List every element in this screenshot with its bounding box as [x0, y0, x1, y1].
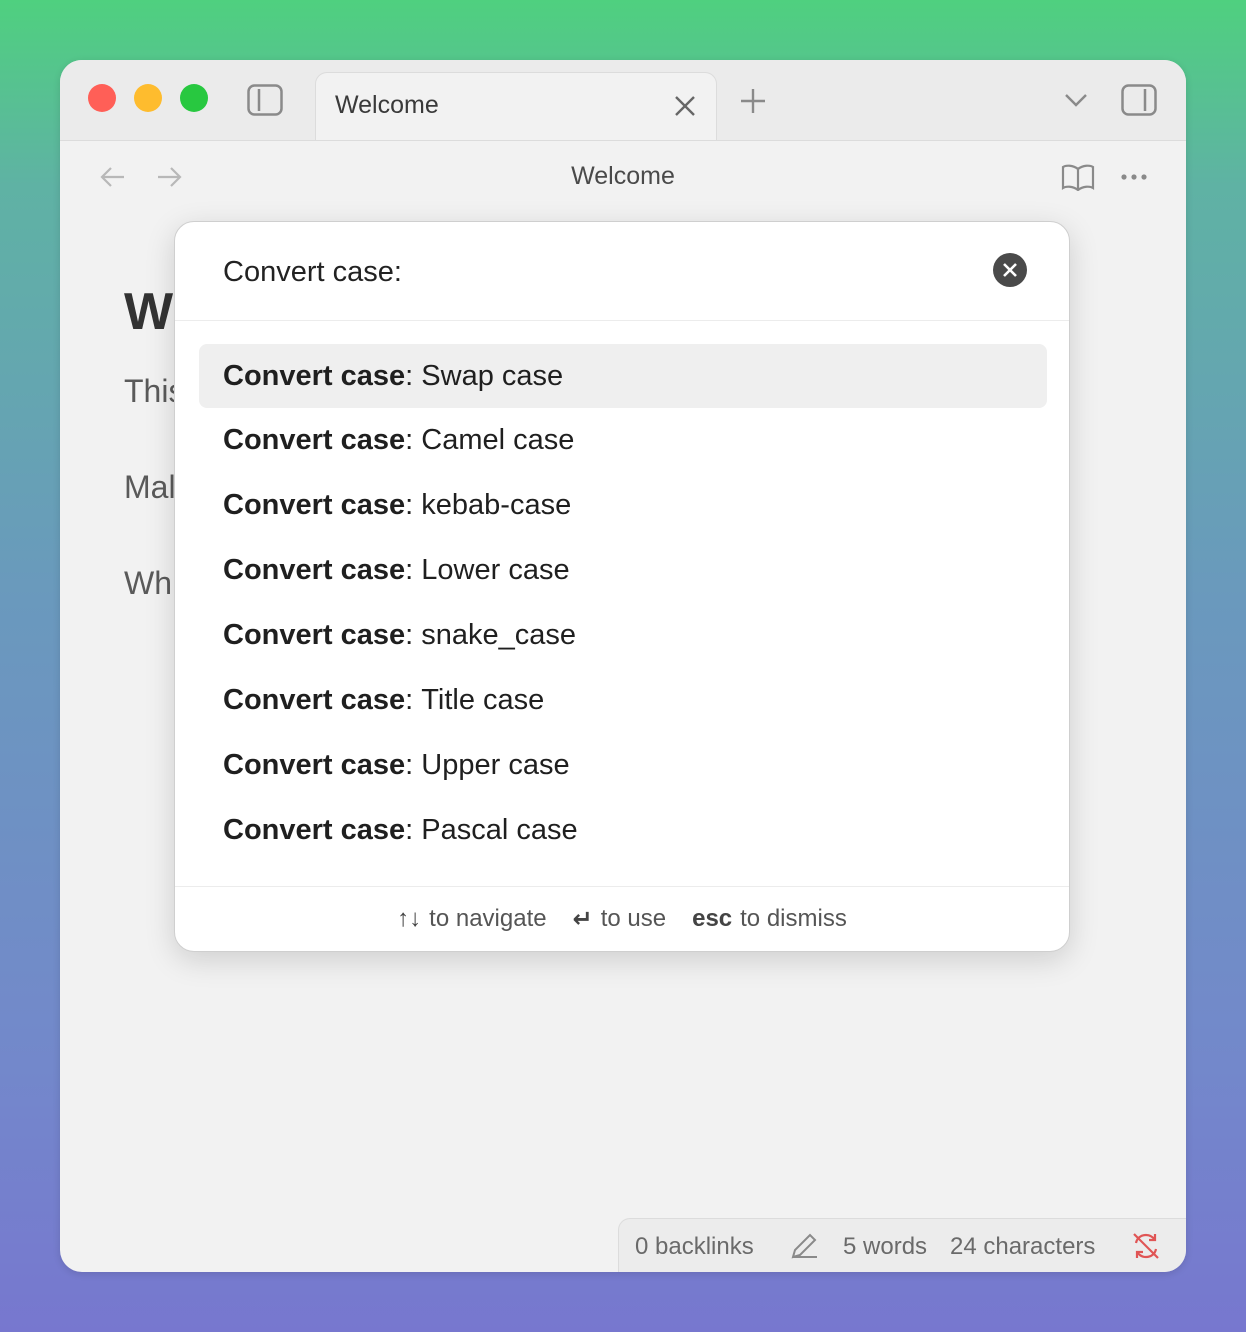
- app-window: Welcome Welcome W This Mal Wh Convert ca…: [60, 60, 1186, 1272]
- prompt-input-container[interactable]: Convert case:: [175, 222, 1069, 321]
- suggestion-item[interactable]: Convert case: Swap case: [199, 344, 1047, 408]
- doc-heading: W: [124, 283, 174, 341]
- suggestion-item[interactable]: Convert case: snake_case: [199, 603, 1047, 668]
- enter-key-icon: ↵: [572, 905, 593, 933]
- sidebar-right-icon[interactable]: [1120, 82, 1158, 118]
- suggestion-item[interactable]: Convert case: Title case: [199, 668, 1047, 733]
- suggestion-item[interactable]: Convert case: kebab-case: [199, 473, 1047, 538]
- word-count: 5 words: [843, 1233, 928, 1260]
- tab-bar: Welcome: [60, 60, 1186, 141]
- instructions-footer: ↑↓ to navigate ↵ to use esc to dismiss: [175, 886, 1069, 951]
- minimize-window-button[interactable]: [134, 84, 162, 112]
- doc-paragraph: Mal: [124, 469, 176, 505]
- zoom-window-button[interactable]: [180, 84, 208, 112]
- suggestion-list: Convert case: Swap case Convert case: Ca…: [199, 344, 1047, 863]
- close-icon[interactable]: [672, 93, 698, 119]
- use-hint: ↵ to use: [572, 905, 667, 933]
- backlinks-count[interactable]: 0 backlinks: [635, 1233, 754, 1261]
- navigate-hint: ↑↓ to navigate: [397, 905, 547, 932]
- arrows-up-down-icon: ↑↓: [397, 905, 422, 932]
- edit-pencil-icon[interactable]: [787, 1229, 821, 1263]
- suggestion-item[interactable]: Convert case: Lower case: [199, 538, 1047, 603]
- prompt-input[interactable]: Convert case:: [223, 256, 402, 289]
- book-icon[interactable]: [1060, 161, 1096, 193]
- convert-case-modal: Convert case: Convert case: Swap case Co…: [174, 221, 1070, 952]
- view-header: Welcome: [60, 141, 1186, 211]
- suggestion-item[interactable]: Convert case: Pascal case: [199, 798, 1047, 863]
- suggestion-item[interactable]: Convert case: Upper case: [199, 733, 1047, 798]
- more-icon[interactable]: [1118, 165, 1150, 189]
- chevron-down-icon[interactable]: [1062, 88, 1090, 112]
- character-count: 24 characters: [950, 1233, 1096, 1260]
- sync-error-icon[interactable]: [1129, 1229, 1163, 1263]
- plus-icon[interactable]: [738, 86, 768, 116]
- doc-paragraph: Wh: [124, 565, 172, 601]
- status-bar: 0 backlinks 5 words 24 characters: [618, 1218, 1186, 1272]
- sidebar-left-icon[interactable]: [246, 82, 284, 118]
- tab-title: Welcome: [335, 91, 439, 119]
- dismiss-hint: esc to dismiss: [692, 905, 847, 932]
- clear-input-icon[interactable]: [993, 253, 1027, 287]
- close-window-button[interactable]: [88, 84, 116, 112]
- tab-welcome[interactable]: Welcome: [315, 72, 717, 140]
- suggestion-item[interactable]: Convert case: Camel case: [199, 408, 1047, 473]
- note-title[interactable]: Welcome: [60, 162, 1186, 191]
